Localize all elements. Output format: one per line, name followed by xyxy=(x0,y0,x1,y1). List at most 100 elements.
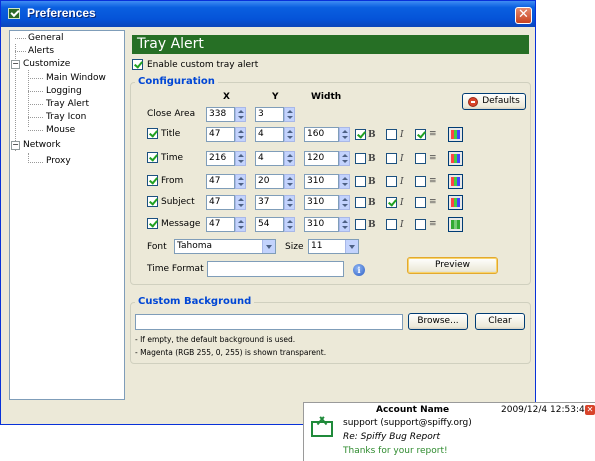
time-bold-checkbox[interactable] xyxy=(355,153,366,164)
font-select[interactable]: Tahoma xyxy=(174,239,276,254)
time-format-input[interactable] xyxy=(207,261,344,277)
tree-item-mouse[interactable]: Mouse xyxy=(46,125,75,136)
align-icon: ≡ xyxy=(429,153,437,163)
tree-item-main-window[interactable]: Main Window xyxy=(46,73,106,84)
message-color-button[interactable] xyxy=(448,217,463,232)
title-x-spinner[interactable] xyxy=(235,127,246,142)
title-y-input[interactable]: 4 xyxy=(255,127,284,142)
tree-item-network[interactable]: Network xyxy=(23,140,61,151)
subject-row-label: Subject xyxy=(161,197,195,207)
close-button[interactable]: ✕ xyxy=(515,7,532,24)
close-area-y-input[interactable]: 3 xyxy=(255,107,284,122)
clear-button[interactable]: Clear xyxy=(475,313,525,330)
italic-icon: I xyxy=(400,154,404,164)
from-y-input[interactable]: 20 xyxy=(255,174,284,189)
subject-y-spinner[interactable] xyxy=(284,195,295,210)
background-path-input[interactable] xyxy=(135,314,403,330)
from-bold-checkbox[interactable] xyxy=(355,176,366,187)
title-enabled-checkbox[interactable] xyxy=(147,128,158,139)
title-bar[interactable]: Preferences ✕ xyxy=(1,1,535,27)
subject-enabled-checkbox[interactable] xyxy=(147,196,158,207)
from-x-input[interactable]: 47 xyxy=(206,174,235,189)
preview-button[interactable]: Preview xyxy=(407,257,498,274)
message-width-input[interactable]: 310 xyxy=(304,217,339,232)
from-align-checkbox[interactable] xyxy=(415,176,426,187)
from-enabled-checkbox[interactable] xyxy=(147,175,158,186)
time-width-input[interactable]: 120 xyxy=(304,151,339,166)
tray-alert-preview[interactable]: Account Name 2009/12/4 12:53:47 ✕ suppor… xyxy=(303,402,595,461)
title-bold-checkbox[interactable] xyxy=(355,129,366,140)
toast-subject: Re: Spiffy Bug Report xyxy=(343,432,440,442)
tree-item-proxy[interactable]: Proxy xyxy=(46,156,71,167)
from-width-input[interactable]: 310 xyxy=(304,174,339,189)
toast-from: support (support@spiffy.org) xyxy=(343,418,472,428)
time-align-checkbox[interactable] xyxy=(415,153,426,164)
title-align-checkbox[interactable] xyxy=(415,129,426,140)
title-x-input[interactable]: 47 xyxy=(206,127,235,142)
close-area-x-spinner[interactable] xyxy=(235,107,246,122)
defaults-button[interactable]: Defaults xyxy=(462,93,526,110)
size-select-value: 11 xyxy=(311,241,323,251)
bold-icon: B xyxy=(368,154,376,164)
time-format-label: Time Format xyxy=(147,264,204,274)
time-x-spinner[interactable] xyxy=(235,151,246,166)
custom-background-title: Custom Background xyxy=(135,296,255,307)
color-grid-icon xyxy=(451,220,460,229)
time-enabled-checkbox[interactable] xyxy=(147,152,158,163)
message-width-spinner[interactable] xyxy=(339,217,350,232)
message-italic-checkbox[interactable] xyxy=(386,219,397,230)
from-color-button[interactable] xyxy=(448,174,463,189)
tree-item-customize[interactable]: Customize xyxy=(23,59,70,70)
color-grid-icon xyxy=(451,177,460,186)
title-color-button[interactable] xyxy=(448,127,463,142)
info-icon[interactable]: i xyxy=(353,264,365,276)
tree-item-tray-alert[interactable]: Tray Alert xyxy=(46,99,89,110)
close-area-x-input[interactable]: 338 xyxy=(206,107,235,122)
expander-customize[interactable]: − xyxy=(11,60,20,69)
subject-italic-checkbox[interactable] xyxy=(386,197,397,208)
enable-tray-alert-checkbox[interactable] xyxy=(132,59,143,70)
subject-width-input[interactable]: 310 xyxy=(304,195,339,210)
close-area-y-spinner[interactable] xyxy=(284,107,295,122)
title-width-input[interactable]: 160 xyxy=(304,127,339,142)
message-align-checkbox[interactable] xyxy=(415,219,426,230)
browse-button[interactable]: Browse... xyxy=(408,313,468,330)
preferences-tree[interactable]: General Alerts − Customize Main Window L… xyxy=(9,30,125,400)
time-y-input[interactable]: 4 xyxy=(255,151,284,166)
message-y-spinner[interactable] xyxy=(284,217,295,232)
from-x-spinner[interactable] xyxy=(235,174,246,189)
subject-width-spinner[interactable] xyxy=(339,195,350,210)
from-width-spinner[interactable] xyxy=(339,174,350,189)
from-italic-checkbox[interactable] xyxy=(386,176,397,187)
message-enabled-checkbox[interactable] xyxy=(147,218,158,229)
tree-item-tray-icon[interactable]: Tray Icon xyxy=(46,112,86,123)
message-bold-checkbox[interactable] xyxy=(355,219,366,230)
subject-y-input[interactable]: 37 xyxy=(255,195,284,210)
time-italic-checkbox[interactable] xyxy=(386,153,397,164)
title-y-spinner[interactable] xyxy=(284,127,295,142)
message-x-input[interactable]: 47 xyxy=(206,217,235,232)
title-italic-checkbox[interactable] xyxy=(386,129,397,140)
subject-x-spinner[interactable] xyxy=(235,195,246,210)
time-width-spinner[interactable] xyxy=(339,151,350,166)
subject-x-input[interactable]: 47 xyxy=(206,195,235,210)
size-select[interactable]: 11 xyxy=(308,239,359,254)
message-x-spinner[interactable] xyxy=(235,217,246,232)
align-icon: ≡ xyxy=(429,219,437,229)
title-width-spinner[interactable] xyxy=(339,127,350,142)
tree-item-logging[interactable]: Logging xyxy=(46,86,82,97)
expander-network[interactable]: − xyxy=(11,141,20,150)
time-color-button[interactable] xyxy=(448,151,463,166)
time-x-input[interactable]: 216 xyxy=(206,151,235,166)
enable-tray-alert-label: Enable custom tray alert xyxy=(147,60,259,70)
time-y-spinner[interactable] xyxy=(284,151,295,166)
tree-item-general[interactable]: General xyxy=(28,33,63,44)
subject-align-checkbox[interactable] xyxy=(415,197,426,208)
time-row-label: Time xyxy=(161,153,184,163)
subject-color-button[interactable] xyxy=(448,195,463,210)
tree-item-alerts[interactable]: Alerts xyxy=(28,46,54,57)
subject-bold-checkbox[interactable] xyxy=(355,197,366,208)
message-y-input[interactable]: 54 xyxy=(255,217,284,232)
from-y-spinner[interactable] xyxy=(284,174,295,189)
toast-close-button[interactable]: ✕ xyxy=(585,405,595,415)
